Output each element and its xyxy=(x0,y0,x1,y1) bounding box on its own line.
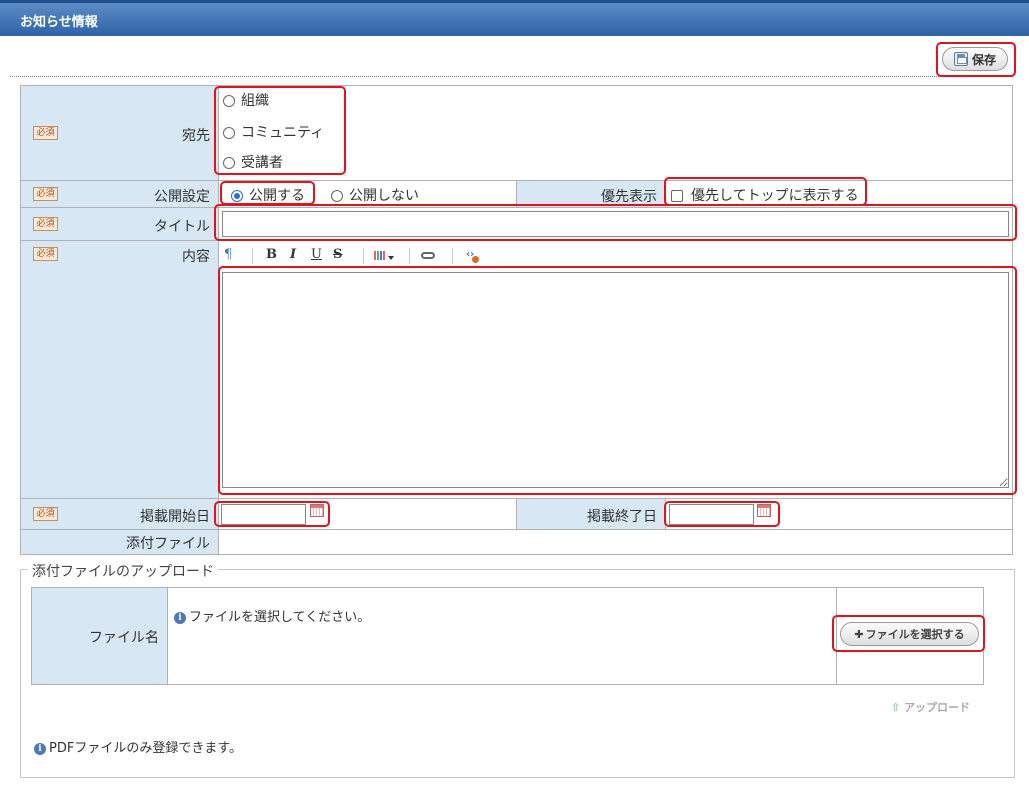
source-code-icon[interactable]: ‹› xyxy=(466,249,480,263)
upload-arrow-icon: ⇧ xyxy=(891,701,901,714)
publish-option-private[interactable]: 公開しない xyxy=(331,185,419,205)
toolbar-separator xyxy=(252,248,253,264)
start-date-label-cell: 必須 掲載開始日 xyxy=(20,498,219,530)
attachment-value-cell xyxy=(218,529,1013,555)
attachment-label: 添付ファイル xyxy=(126,536,210,552)
paragraph-format-icon[interactable]: ¶ xyxy=(224,247,232,262)
required-badge: 必須 xyxy=(33,217,58,231)
recipient-label-cell: 必須 宛先 xyxy=(20,85,219,181)
recipient-option-community[interactable]: コミュニティ xyxy=(223,122,324,142)
select-file-button[interactable]: ✚ ファイルを選択する xyxy=(840,622,979,646)
publish-label-cell: 必須 公開設定 xyxy=(20,180,219,208)
content-label-cell: 必須 内容 xyxy=(20,240,219,499)
floppy-disk-icon xyxy=(953,52,968,66)
content-label: 内容 xyxy=(182,249,210,265)
save-button-label: 保存 xyxy=(971,52,996,67)
file-name-label-cell: ファイル名 xyxy=(31,587,168,685)
recipient-value-cell xyxy=(218,85,1013,181)
toolbar-separator xyxy=(409,248,410,264)
recipient-label: 宛先 xyxy=(182,128,210,144)
start-date-label: 掲載開始日 xyxy=(140,509,210,525)
content-editor[interactable] xyxy=(222,272,1009,488)
end-date-label: 掲載終了日 xyxy=(587,509,657,525)
page-title: お知らせ情報 xyxy=(20,15,98,30)
pdf-note: i PDFファイルのみ登録できます。 xyxy=(34,737,242,756)
priority-label-cell: 優先表示 xyxy=(516,180,666,208)
toolbar-separator xyxy=(363,248,364,264)
chevron-down-icon xyxy=(388,256,394,260)
bold-button[interactable]: B xyxy=(266,247,277,262)
recipient-option-student[interactable]: 受講者 xyxy=(223,152,283,172)
radio-button[interactable] xyxy=(223,157,235,169)
title-label-cell: 必須 タイトル xyxy=(20,207,219,241)
start-date-input[interactable] xyxy=(221,504,306,525)
upload-legend: 添付ファイルのアップロード xyxy=(28,561,218,581)
toolbar-separator xyxy=(452,248,453,264)
underline-button[interactable]: U xyxy=(311,247,322,262)
checkbox[interactable] xyxy=(671,190,683,202)
calendar-icon[interactable] xyxy=(757,504,771,517)
required-badge: 必須 xyxy=(33,507,58,521)
file-info-message: i ファイルを選択してください。 xyxy=(174,606,370,625)
required-badge: 必須 xyxy=(33,126,58,140)
link-icon[interactable] xyxy=(421,252,435,259)
priority-checkbox[interactable]: 優先してトップに表示する xyxy=(671,185,859,205)
page-header: お知らせ情報 xyxy=(0,0,1029,36)
radio-button[interactable] xyxy=(223,95,235,107)
file-name-value-cell: i ファイルを選択してください。 xyxy=(167,587,837,685)
divider xyxy=(10,76,1013,77)
priority-label: 優先表示 xyxy=(601,189,657,205)
required-badge: 必須 xyxy=(33,247,58,261)
text-color-icon[interactable] xyxy=(374,251,385,260)
radio-button[interactable] xyxy=(331,190,343,202)
end-date-label-cell: 掲載終了日 xyxy=(516,498,666,530)
end-date-input[interactable] xyxy=(669,504,754,525)
calendar-icon[interactable] xyxy=(310,504,324,517)
info-icon: i xyxy=(34,742,46,755)
publish-option-public[interactable]: 公開する xyxy=(231,185,305,205)
publish-label: 公開設定 xyxy=(154,189,210,205)
title-input[interactable] xyxy=(222,211,1009,237)
save-button[interactable]: 保存 xyxy=(942,47,1008,71)
radio-button-selected[interactable] xyxy=(231,190,243,202)
plus-icon: ✚ xyxy=(854,627,864,641)
info-icon: i xyxy=(174,611,186,624)
radio-button[interactable] xyxy=(223,127,235,139)
recipient-option-organization[interactable]: 組織 xyxy=(223,90,269,110)
italic-button[interactable]: I xyxy=(290,247,296,262)
strikethrough-button[interactable]: S xyxy=(333,247,342,262)
upload-link[interactable]: ⇧ アップロード xyxy=(891,699,970,715)
attachment-label-cell: 添付ファイル xyxy=(20,529,219,555)
file-name-label: ファイル名 xyxy=(89,630,159,646)
required-badge: 必須 xyxy=(33,187,58,201)
title-label: タイトル xyxy=(154,219,210,235)
